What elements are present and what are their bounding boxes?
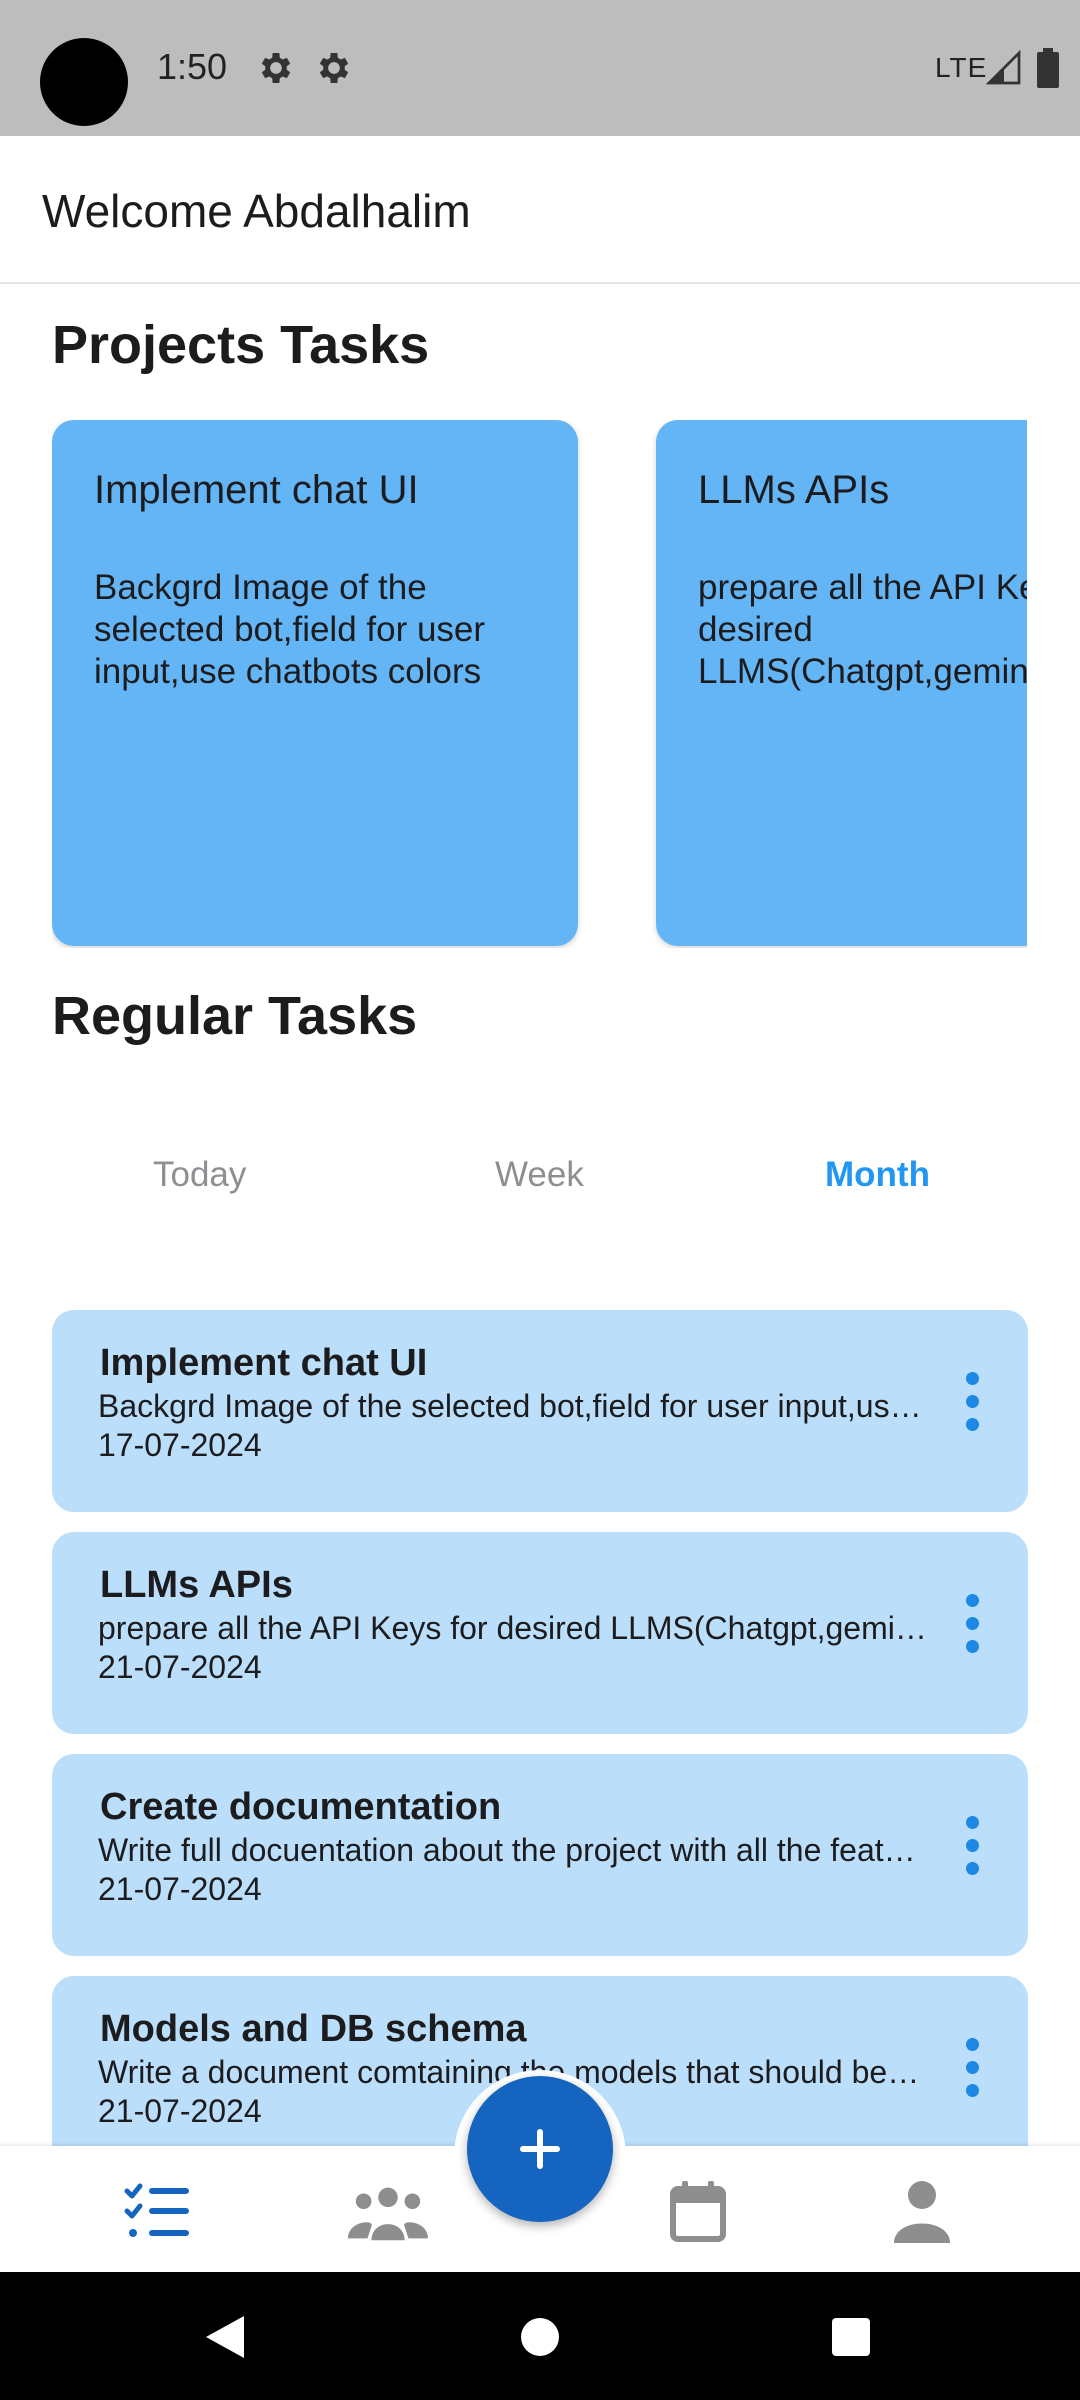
recent-apps-icon[interactable] <box>832 2318 870 2356</box>
task-description: prepare all the API Keys for desired LLM… <box>98 1610 928 1646</box>
task-description: Write full docuentation about the projec… <box>98 1832 928 1868</box>
task-card[interactable]: LLMs APIs prepare all the API Keys for d… <box>52 1532 1028 1734</box>
person-icon <box>894 2181 950 2243</box>
group-icon <box>348 2187 428 2241</box>
app-header: Welcome Abdalhalim <box>0 136 1080 284</box>
task-list[interactable]: Implement chat UI Backgrd Image of the s… <box>52 1310 1028 2146</box>
task-title: Models and DB schema <box>100 2008 527 2050</box>
status-time: 1:50 <box>157 46 228 87</box>
more-options-icon[interactable] <box>962 2038 982 2098</box>
project-card-title: LLMs APIs <box>698 468 890 512</box>
status-bar: 1:50 LTE <box>0 0 1080 136</box>
add-task-button[interactable] <box>467 2076 613 2222</box>
nav-calendar[interactable] <box>658 2176 738 2246</box>
network-type: LTE <box>935 52 988 83</box>
task-title: Create documentation <box>100 1786 502 1828</box>
project-card[interactable]: Implement chat UI Backgrd Image of the s… <box>52 420 578 946</box>
task-date: 21-07-2024 <box>98 1649 262 1685</box>
tab-month[interactable]: Month <box>825 1155 930 1195</box>
projects-section-title: Projects Tasks <box>52 315 430 375</box>
project-card-description: prepare all the API Keys for desired LLM… <box>698 568 1027 691</box>
home-icon[interactable] <box>521 2318 559 2356</box>
task-card[interactable]: Create documentation Write full docuenta… <box>52 1754 1028 1956</box>
nav-profile[interactable] <box>882 2176 962 2246</box>
project-card-description: Backgrd Image of the selected bot,field … <box>94 568 486 691</box>
project-cards-carousel[interactable]: Implement chat UI Backgrd Image of the s… <box>52 420 1027 948</box>
task-title: Implement chat UI <box>100 1342 428 1384</box>
task-description: Backgrd Image of the selected bot,field … <box>98 1388 928 1424</box>
task-date: 21-07-2024 <box>98 1871 262 1907</box>
gear-icon <box>261 53 291 83</box>
more-options-icon[interactable] <box>962 1594 982 1654</box>
tab-today[interactable]: Today <box>153 1155 246 1195</box>
more-options-icon[interactable] <box>962 1372 982 1432</box>
camera-cutout <box>40 38 128 126</box>
checklist-icon <box>124 2183 189 2237</box>
nav-tasks[interactable] <box>118 2176 198 2246</box>
task-card[interactable]: Implement chat UI Backgrd Image of the s… <box>52 1310 1028 1512</box>
back-icon[interactable] <box>204 2314 246 2360</box>
system-navigation-bar <box>0 2272 1080 2400</box>
tab-week[interactable]: Week <box>495 1155 584 1195</box>
battery-icon <box>1037 48 1059 88</box>
gear-icon <box>319 53 349 83</box>
calendar-icon <box>670 2181 726 2242</box>
regular-section-title: Regular Tasks <box>52 986 418 1046</box>
nav-team[interactable] <box>348 2176 428 2246</box>
plus-icon <box>520 2129 560 2169</box>
project-card-title: Implement chat UI <box>94 468 419 512</box>
task-date: 17-07-2024 <box>98 1427 262 1463</box>
task-title: LLMs APIs <box>100 1564 293 1606</box>
project-card[interactable]: LLMs APIs prepare all the API Keys for d… <box>656 420 1027 946</box>
more-options-icon[interactable] <box>962 1816 982 1876</box>
welcome-title: Welcome Abdalhalim <box>42 185 471 237</box>
signal-icon <box>986 50 1021 85</box>
period-tabs: Today Week Month <box>0 1135 1080 1225</box>
